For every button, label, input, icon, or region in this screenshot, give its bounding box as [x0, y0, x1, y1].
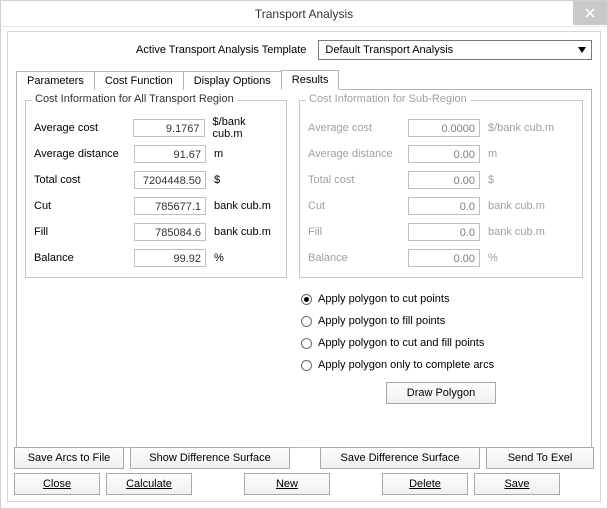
unit-all-balance: % [214, 252, 224, 264]
dialog-buttons: Save Arcs to File Show Difference Surfac… [14, 443, 594, 495]
radio-apply-arcs-label: Apply polygon only to complete arcs [318, 359, 494, 371]
label-all-avg-cost: Average cost [34, 122, 133, 134]
value-all-avg-distance: 91.67 [134, 145, 206, 163]
unit-sub-balance: % [488, 252, 498, 264]
unit-sub-total-cost: $ [488, 174, 494, 186]
radio-apply-fill-label: Apply polygon to fill points [318, 315, 445, 327]
label-all-fill: Fill [34, 226, 134, 238]
value-all-fill: 785084.6 [134, 223, 206, 241]
value-sub-avg-distance: 0.00 [408, 145, 480, 163]
apply-polygon-radios: Apply polygon to cut points Apply polygo… [299, 288, 583, 376]
row-all-fill: Fill 785084.6 bank cub.m [34, 219, 278, 245]
label-sub-balance: Balance [308, 252, 408, 264]
group-cost-all-legend: Cost Information for All Transport Regio… [32, 93, 237, 105]
close-button[interactable]: Close [14, 473, 100, 495]
delete-button[interactable]: Delete [382, 473, 468, 495]
dialog-transport-analysis: Transport Analysis Active Transport Anal… [0, 0, 608, 509]
radio-apply-cut-and-fill[interactable]: Apply polygon to cut and fill points [301, 332, 583, 354]
value-all-total-cost: 7204448.50 [134, 171, 206, 189]
group-cost-all: Cost Information for All Transport Regio… [25, 100, 287, 278]
show-difference-button[interactable]: Show Difference Surface [130, 447, 290, 469]
value-sub-fill: 0.0 [408, 223, 480, 241]
group-cost-sub-legend: Cost Information for Sub-Region [306, 93, 470, 105]
chevron-down-icon [575, 42, 589, 58]
unit-sub-avg-distance: m [488, 148, 497, 160]
label-sub-fill: Fill [308, 226, 408, 238]
unit-all-cut: bank cub.m [214, 200, 271, 212]
client-area: Active Transport Analysis Template Defau… [7, 31, 601, 502]
group-cost-sub: Cost Information for Sub-Region Average … [299, 100, 583, 278]
radio-apply-complete-arcs[interactable]: Apply polygon only to complete arcs [301, 354, 583, 376]
radio-dot-icon [301, 294, 312, 305]
template-selected: Default Transport Analysis [325, 44, 453, 56]
calculate-button[interactable]: Calculate [106, 473, 192, 495]
template-combobox[interactable]: Default Transport Analysis [318, 40, 592, 60]
value-all-balance: 99.92 [134, 249, 206, 267]
unit-all-fill: bank cub.m [214, 226, 271, 238]
save-difference-button[interactable]: Save Difference Surface [320, 447, 480, 469]
unit-all-avg-distance: m [214, 148, 223, 160]
label-all-avg-distance: Average distance [34, 148, 134, 160]
radio-dot-icon [301, 338, 312, 349]
new-button[interactable]: New [244, 473, 330, 495]
unit-sub-avg-cost: $/bank cub.m [488, 122, 554, 134]
label-sub-cut: Cut [308, 200, 408, 212]
radio-apply-both-label: Apply polygon to cut and fill points [318, 337, 484, 349]
tab-results[interactable]: Results [281, 70, 340, 90]
radio-dot-icon [301, 360, 312, 371]
value-all-cut: 785677.1 [134, 197, 206, 215]
row-all-avg-cost: Average cost 9.1767 $/bank cub.m [34, 115, 278, 141]
value-sub-cut: 0.0 [408, 197, 480, 215]
radio-apply-cut[interactable]: Apply polygon to cut points [301, 288, 583, 310]
draw-polygon-button[interactable]: Draw Polygon [386, 382, 496, 404]
close-icon[interactable] [573, 1, 607, 25]
label-sub-avg-distance: Average distance [308, 148, 408, 160]
template-label: Active Transport Analysis Template [136, 44, 306, 56]
save-button[interactable]: Save [474, 473, 560, 495]
value-sub-avg-cost: 0.0000 [408, 119, 480, 137]
tab-cost-function[interactable]: Cost Function [94, 71, 184, 90]
label-all-balance: Balance [34, 252, 134, 264]
value-all-avg-cost: 9.1767 [133, 119, 204, 137]
row-all-cut: Cut 785677.1 bank cub.m [34, 193, 278, 219]
label-sub-total-cost: Total cost [308, 174, 408, 186]
titlebar: Transport Analysis [1, 1, 607, 27]
tabstrip: Parameters Cost Function Display Options… [16, 68, 592, 90]
row-all-avg-distance: Average distance 91.67 m [34, 141, 278, 167]
template-row: Active Transport Analysis Template Defau… [16, 38, 592, 68]
unit-all-total-cost: $ [214, 174, 220, 186]
tab-display-options[interactable]: Display Options [183, 71, 282, 90]
window-title: Transport Analysis [255, 7, 353, 21]
row-all-total-cost: Total cost 7204448.50 $ [34, 167, 278, 193]
radio-apply-fill[interactable]: Apply polygon to fill points [301, 310, 583, 332]
value-sub-balance: 0.00 [408, 249, 480, 267]
unit-sub-fill: bank cub.m [488, 226, 545, 238]
value-sub-total-cost: 0.00 [408, 171, 480, 189]
radio-apply-cut-label: Apply polygon to cut points [318, 293, 449, 305]
label-sub-avg-cost: Average cost [308, 122, 408, 134]
label-all-cut: Cut [34, 200, 134, 212]
unit-sub-cut: bank cub.m [488, 200, 545, 212]
tab-parameters[interactable]: Parameters [16, 71, 95, 90]
radio-dot-icon [301, 316, 312, 327]
send-to-exel-button[interactable]: Send To Exel [486, 447, 594, 469]
label-all-total-cost: Total cost [34, 174, 134, 186]
save-arcs-button[interactable]: Save Arcs to File [14, 447, 124, 469]
tab-panel-results: Cost Information for All Transport Regio… [16, 90, 592, 448]
unit-all-avg-cost: $/bank cub.m [213, 116, 278, 140]
row-all-balance: Balance 99.92 % [34, 245, 278, 271]
